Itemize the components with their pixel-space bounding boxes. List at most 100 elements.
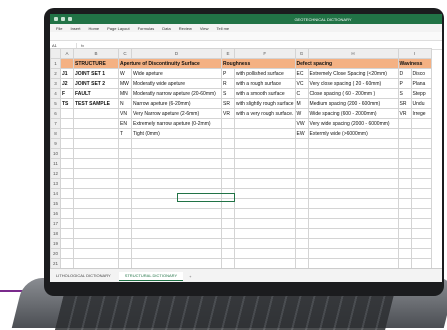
menu-tab-formulas[interactable]: Formulas xyxy=(138,26,155,31)
data-cell[interactable] xyxy=(307,148,399,159)
header-cell[interactable]: Aperture of Discontinuity Surface xyxy=(118,58,222,69)
row-header[interactable]: 1 xyxy=(50,58,61,69)
name-box[interactable]: A1 xyxy=(50,42,77,48)
data-cell[interactable] xyxy=(73,188,119,199)
data-cell[interactable] xyxy=(131,248,222,259)
data-cell[interactable] xyxy=(73,198,119,209)
data-cell[interactable] xyxy=(234,158,296,169)
select-all-corner[interactable] xyxy=(50,48,61,59)
data-cell[interactable] xyxy=(60,218,74,229)
data-cell[interactable] xyxy=(410,158,432,169)
data-cell[interactable] xyxy=(73,228,119,239)
data-cell[interactable]: TS xyxy=(60,98,74,109)
menu-tab-page-layout[interactable]: Page Layout xyxy=(107,26,129,31)
data-cell[interactable] xyxy=(118,188,132,199)
data-cell[interactable]: MN xyxy=(118,88,132,99)
data-cell[interactable] xyxy=(397,198,412,209)
data-cell[interactable]: SR xyxy=(221,98,235,109)
data-cell[interactable] xyxy=(73,138,119,149)
column-header-e[interactable]: E xyxy=(221,48,235,59)
data-cell[interactable] xyxy=(294,208,309,219)
data-cell[interactable]: JOINT SET 2 xyxy=(73,78,119,89)
data-cell[interactable]: Narrow apeture (6-20mm) xyxy=(131,98,222,109)
data-cell[interactable] xyxy=(307,158,399,169)
column-header-d[interactable]: D xyxy=(131,48,222,59)
data-cell[interactable] xyxy=(73,178,119,189)
data-cell[interactable] xyxy=(410,128,432,139)
data-cell[interactable] xyxy=(131,178,222,189)
data-cell[interactable] xyxy=(60,248,74,259)
header-cell[interactable] xyxy=(60,58,74,69)
data-cell[interactable] xyxy=(221,238,235,249)
data-cell[interactable]: SR xyxy=(397,98,412,109)
data-cell[interactable] xyxy=(410,168,432,179)
data-cell[interactable]: Moderatly narrow apeture (20-60mm) xyxy=(131,88,222,99)
data-cell[interactable]: VR xyxy=(221,108,235,119)
data-cell[interactable] xyxy=(294,258,309,269)
data-cell[interactable] xyxy=(234,198,296,209)
data-cell[interactable] xyxy=(294,138,309,149)
data-cell[interactable] xyxy=(60,258,74,269)
data-cell[interactable] xyxy=(234,148,296,159)
data-cell[interactable]: T xyxy=(118,128,132,139)
header-cell[interactable]: Waviness xyxy=(397,58,432,69)
data-cell[interactable] xyxy=(118,238,132,249)
data-cell[interactable]: Very close spacing ( 20 - 60mm) xyxy=(307,78,399,89)
data-cell[interactable] xyxy=(221,138,235,149)
data-cell[interactable] xyxy=(118,258,132,269)
data-cell[interactable] xyxy=(234,128,296,139)
data-cell[interactable] xyxy=(410,248,432,259)
data-cell[interactable] xyxy=(294,238,309,249)
data-cell[interactable] xyxy=(73,148,119,159)
data-cell[interactable] xyxy=(221,228,235,239)
data-cell[interactable] xyxy=(73,248,119,259)
data-cell[interactable] xyxy=(307,168,399,179)
data-cell[interactable]: Extremely narrow apeture (0-2mm) xyxy=(131,118,222,129)
data-cell[interactable] xyxy=(397,208,412,219)
column-header-b[interactable]: B xyxy=(73,48,119,59)
data-cell[interactable] xyxy=(234,208,296,219)
column-header-g[interactable]: G xyxy=(294,48,309,59)
data-cell[interactable]: Medium spacing (200 - 600mm) xyxy=(307,98,399,109)
data-cell[interactable]: Tight (0mm) xyxy=(131,128,222,139)
data-cell[interactable]: N xyxy=(118,98,132,109)
add-sheet-icon[interactable]: + xyxy=(189,274,191,279)
menu-tab-data[interactable]: Data xyxy=(162,26,170,31)
row-header[interactable]: 5 xyxy=(50,98,61,109)
data-cell[interactable] xyxy=(60,168,74,179)
row-header[interactable]: 14 xyxy=(50,188,61,199)
data-cell[interactable] xyxy=(118,148,132,159)
menu-tab-file[interactable]: File xyxy=(56,26,62,31)
data-cell[interactable] xyxy=(397,218,412,229)
data-cell[interactable] xyxy=(73,258,119,269)
data-cell[interactable] xyxy=(410,198,432,209)
data-cell[interactable] xyxy=(397,178,412,189)
data-cell[interactable]: W xyxy=(294,108,309,119)
data-cell[interactable] xyxy=(234,188,296,199)
data-cell[interactable]: Extermly wide (>6000mm) xyxy=(307,128,399,139)
data-cell[interactable]: S xyxy=(397,88,412,99)
data-cell[interactable] xyxy=(397,158,412,169)
row-header[interactable]: 3 xyxy=(50,78,61,89)
row-header[interactable]: 11 xyxy=(50,158,61,169)
data-cell[interactable] xyxy=(294,218,309,229)
data-cell[interactable] xyxy=(131,168,222,179)
data-cell[interactable] xyxy=(234,228,296,239)
data-cell[interactable] xyxy=(221,118,235,129)
data-cell[interactable]: D xyxy=(397,68,412,79)
data-cell[interactable] xyxy=(118,248,132,259)
data-cell[interactable] xyxy=(131,208,222,219)
data-cell[interactable] xyxy=(234,238,296,249)
data-cell[interactable] xyxy=(118,158,132,169)
column-header-h[interactable]: H xyxy=(307,48,399,59)
data-cell[interactable]: Extremely Close Spacing (<20mm) xyxy=(307,68,399,79)
column-header-i[interactable]: I xyxy=(397,48,432,59)
data-cell[interactable] xyxy=(73,108,119,119)
data-cell[interactable]: Moderatly wide apeture xyxy=(131,78,222,89)
row-header[interactable]: 13 xyxy=(50,178,61,189)
data-cell[interactable] xyxy=(397,128,412,139)
data-cell[interactable]: with slightly rough surface xyxy=(234,98,296,109)
row-header[interactable]: 4 xyxy=(50,88,61,99)
data-cell[interactable] xyxy=(60,118,74,129)
data-cell[interactable] xyxy=(397,138,412,149)
